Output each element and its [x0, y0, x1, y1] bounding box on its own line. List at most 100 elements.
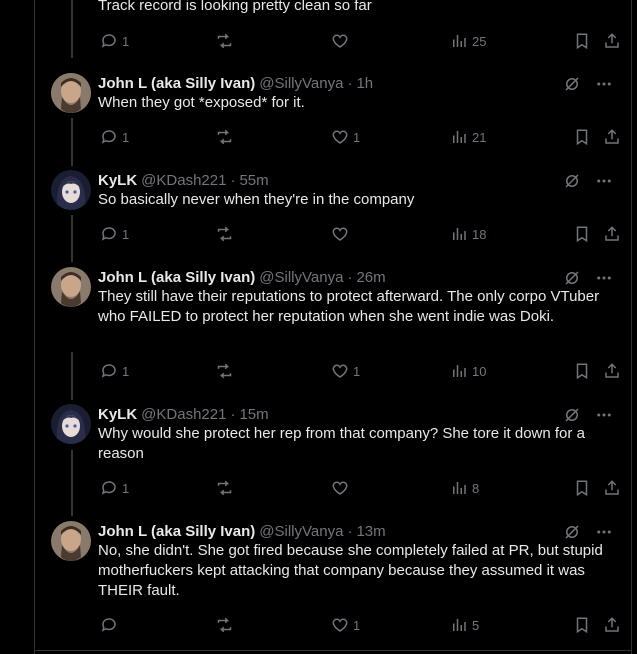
more-icon[interactable]	[595, 406, 613, 424]
views-icon	[453, 619, 466, 631]
reply-button[interactable]: 1	[100, 128, 129, 146]
bookmark-button[interactable]	[573, 616, 591, 634]
author-handle[interactable]: @KDash221	[141, 172, 226, 189]
views-icon	[453, 35, 466, 47]
reply-button[interactable]: 1	[100, 32, 129, 50]
author-handle[interactable]: @SillyVanya	[259, 269, 343, 286]
grok-icon[interactable]	[563, 269, 581, 287]
author-handle[interactable]: @SillyVanya	[259, 523, 343, 540]
timestamp[interactable]: 55m	[239, 172, 268, 189]
like-button[interactable]	[331, 32, 349, 50]
share-icon	[605, 226, 619, 241]
tweet[interactable]: John L (aka Silly Ivan) @SillyVanya · 26…	[35, 267, 631, 387]
reply-button[interactable]: 1	[100, 362, 129, 380]
share-icon	[605, 480, 619, 495]
author-name[interactable]: KyLK	[98, 406, 137, 423]
tweet[interactable]: John L (aka Silly Ivan) @SillyVanya · 1h…	[35, 73, 631, 153]
timestamp[interactable]: 13m	[356, 523, 385, 540]
share-icon	[605, 363, 619, 378]
man-avatar[interactable]	[51, 521, 91, 561]
tweet[interactable]: KyLK @KDash221 · 15m Why would she prote…	[35, 404, 631, 504]
tweet-text: When they got *exposed* for it.	[98, 94, 305, 111]
bookmark-icon	[576, 617, 588, 634]
author-handle[interactable]: @KDash221	[141, 406, 226, 423]
author-name[interactable]: John L (aka Silly Ivan)	[98, 269, 255, 286]
reply-button[interactable]: 1	[100, 479, 129, 497]
grok-icon[interactable]	[563, 406, 581, 424]
repost-button[interactable]	[215, 362, 234, 380]
bookmark-button[interactable]	[573, 225, 591, 243]
heart-icon	[332, 481, 348, 495]
views-button[interactable]: 25	[450, 32, 486, 50]
repost-button[interactable]	[215, 128, 234, 146]
man-avatar[interactable]	[51, 73, 91, 113]
tweet-actions: 1 8	[98, 479, 621, 499]
author-name[interactable]: KyLK	[98, 172, 137, 189]
like-button[interactable]	[331, 225, 349, 243]
reply-button[interactable]	[100, 616, 122, 634]
tweet-actions: 1 25	[98, 32, 621, 52]
heart-icon	[332, 34, 348, 48]
tweet-actions: 1 18	[98, 225, 621, 245]
share-button[interactable]	[603, 225, 621, 243]
more-icon[interactable]	[595, 75, 613, 93]
share-icon	[605, 129, 619, 144]
grok-icon[interactable]	[563, 172, 581, 190]
repost-icon	[217, 129, 232, 145]
share-button[interactable]	[603, 362, 621, 380]
grok-icon[interactable]	[563, 523, 581, 541]
tweet-text: Track record is looking pretty clean so …	[98, 0, 372, 14]
tweet-text: They still have their reputations to pro…	[98, 288, 600, 325]
repost-icon	[217, 617, 232, 633]
views-icon	[453, 228, 466, 240]
repost-icon	[217, 480, 232, 496]
bookmark-icon	[576, 480, 588, 497]
timestamp[interactable]: 1h	[356, 75, 373, 92]
heart-icon	[332, 130, 348, 144]
timestamp[interactable]: 15m	[239, 406, 268, 423]
like-button[interactable]: 1	[331, 616, 360, 634]
tweet[interactable]: KyLK @KDash221 · 55m So basically never …	[35, 170, 631, 250]
like-button[interactable]	[331, 479, 349, 497]
man-avatar[interactable]	[51, 267, 91, 307]
tweet-header: John L (aka Silly Ivan) @SillyVanya · 26…	[98, 268, 386, 286]
reply-button[interactable]: 1	[100, 225, 129, 243]
bookmark-button[interactable]	[573, 362, 591, 380]
repost-button[interactable]	[215, 32, 234, 50]
tweet-text: So basically never when they're in the c…	[98, 191, 415, 208]
share-button[interactable]	[603, 128, 621, 146]
repost-button[interactable]	[215, 616, 234, 634]
views-button[interactable]: 18	[450, 225, 486, 243]
like-button[interactable]: 1	[331, 362, 360, 380]
views-button[interactable]: 21	[450, 128, 486, 146]
share-button[interactable]	[603, 32, 621, 50]
tweet-partial[interactable]: Track record is looking pretty clean so …	[35, 0, 631, 56]
timestamp[interactable]: 26m	[356, 269, 385, 286]
repost-button[interactable]	[215, 225, 234, 243]
anime-avatar[interactable]	[51, 404, 91, 444]
reply-icon	[101, 34, 116, 48]
tweet[interactable]: John L (aka Silly Ivan) @SillyVanya · 13…	[35, 521, 631, 641]
more-icon[interactable]	[595, 523, 613, 541]
tweet-header: KyLK @KDash221 · 55m	[98, 171, 269, 189]
author-handle[interactable]: @SillyVanya	[259, 75, 343, 92]
bookmark-button[interactable]	[573, 32, 591, 50]
repost-button[interactable]	[215, 479, 234, 497]
bookmark-button[interactable]	[573, 479, 591, 497]
more-icon[interactable]	[595, 172, 613, 190]
anime-avatar[interactable]	[51, 170, 91, 210]
views-button[interactable]: 8	[450, 479, 479, 497]
views-button[interactable]: 10	[450, 362, 486, 380]
views-button[interactable]: 5	[450, 616, 479, 634]
heart-icon	[332, 364, 348, 378]
author-name[interactable]: John L (aka Silly Ivan)	[98, 75, 255, 92]
repost-icon	[217, 226, 232, 242]
share-button[interactable]	[603, 616, 621, 634]
more-icon[interactable]	[595, 269, 613, 287]
tweet-text: Why would she protect her rep from that …	[98, 425, 585, 462]
bookmark-button[interactable]	[573, 128, 591, 146]
author-name[interactable]: John L (aka Silly Ivan)	[98, 523, 255, 540]
grok-icon[interactable]	[563, 75, 581, 93]
share-button[interactable]	[603, 479, 621, 497]
like-button[interactable]: 1	[331, 128, 360, 146]
